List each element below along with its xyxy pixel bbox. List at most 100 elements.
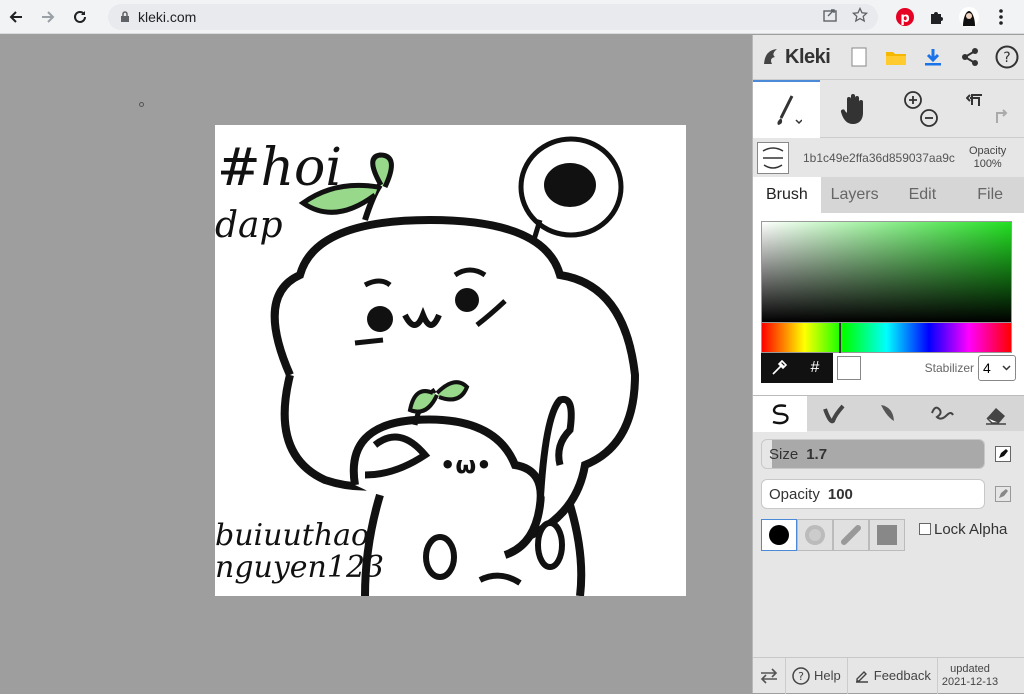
saturation-value-picker[interactable] — [761, 221, 1012, 323]
sketchy-brush-button[interactable] — [861, 396, 915, 432]
app-logo-text: Kleki — [785, 45, 831, 68]
folder-icon — [886, 52, 907, 65]
tab-file[interactable]: File — [956, 177, 1024, 213]
lock-alpha-toggle[interactable]: Lock Alpha — [919, 521, 1007, 538]
secondary-color-swatch[interactable] — [837, 356, 861, 380]
drawing-artwork: #hoi dap •ω• buiuuthao nguyen123 — [215, 136, 640, 596]
pixel-stroke-icon — [931, 406, 954, 420]
stabilizer-value: 4 — [983, 360, 991, 376]
feedback-label: Feedback — [873, 668, 931, 683]
hue-marker[interactable] — [839, 323, 841, 353]
canvas-workspace[interactable]: #hoi dap •ω• buiuuthao nguyen123 — [0, 35, 752, 693]
swap-side-button[interactable] — [753, 657, 786, 694]
pinterest-icon: p — [896, 8, 914, 26]
back-button[interactable] — [0, 1, 32, 33]
pixel-brush-button[interactable] — [915, 396, 969, 432]
brush-opacity-slider[interactable]: Opacity 100 — [761, 479, 985, 509]
eraser-button[interactable] — [969, 396, 1023, 432]
circle-tip-button[interactable] — [761, 519, 797, 551]
color-picker: # Stabilizer 4 — [753, 213, 1024, 395]
download-button[interactable] — [920, 44, 946, 70]
hex-input-button[interactable]: # — [797, 353, 833, 383]
forward-button[interactable] — [32, 1, 64, 33]
reload-icon — [74, 10, 86, 23]
tab-brush[interactable]: Brush — [753, 177, 821, 213]
kleki-logo-icon — [764, 49, 777, 64]
drawing-small-face: •ω• — [440, 451, 492, 479]
brush-tool-button[interactable] — [753, 80, 820, 138]
size-label: Size — [769, 445, 799, 463]
zoom-tool-button[interactable] — [887, 80, 954, 138]
lock-alpha-checkbox[interactable] — [919, 523, 931, 535]
new-image-button[interactable] — [846, 44, 872, 70]
blend-brush-button[interactable] — [807, 396, 861, 432]
opacity-label: Opacity — [769, 485, 820, 503]
brush-type-row — [753, 395, 1024, 432]
help-link[interactable]: ? Help — [786, 657, 848, 694]
drawing-canvas[interactable]: #hoi dap •ω• buiuuthao nguyen123 — [215, 125, 686, 596]
drawing-hashtag-line1: #hoi — [217, 138, 342, 198]
brush-settings: Size 1.7 Opacity 100 Lock Alpha — [753, 431, 1024, 671]
url-text: kleki.com — [138, 9, 197, 25]
size-pressure-toggle[interactable] — [995, 446, 1011, 462]
brush-size-slider[interactable]: Size 1.7 — [761, 439, 985, 469]
zoom-in-out-icon — [903, 91, 938, 127]
address-bar[interactable]: kleki.com — [108, 4, 878, 30]
svg-text:p: p — [900, 11, 909, 26]
browser-toolbar: kleki.com p — [0, 0, 1024, 34]
browser-menu-button[interactable] — [989, 5, 1013, 29]
lock-alpha-label: Lock Alpha — [934, 520, 1008, 538]
opacity-pressure-toggle[interactable] — [995, 486, 1011, 502]
stabilizer-select[interactable]: 4 — [978, 355, 1016, 381]
current-layer-row[interactable]: 1b1c49e2ffa36d859037aa9c Opacity 100% — [753, 137, 1024, 177]
tool-row — [753, 79, 1024, 138]
bookmark-star-icon[interactable] — [852, 7, 868, 23]
eyedropper-button[interactable] — [761, 353, 797, 383]
tab-layers[interactable]: Layers — [821, 177, 889, 213]
help-button[interactable]: ? — [994, 44, 1020, 70]
share-button[interactable] — [957, 44, 983, 70]
tab-edit[interactable]: Edit — [889, 177, 957, 213]
layer-thumbnail — [757, 141, 789, 174]
soft-tip-button[interactable] — [797, 519, 833, 551]
layer-preview-icon — [762, 146, 784, 169]
sketchy-stroke-icon — [881, 405, 894, 421]
circle-tip-icon — [769, 525, 789, 545]
open-file-button[interactable] — [883, 44, 909, 70]
updated-date: 2021-12-13 — [941, 675, 999, 688]
pen-pressure-icon — [995, 446, 1011, 462]
layer-name: 1b1c49e2ffa36d859037aa9c — [803, 150, 955, 165]
chisel-tip-icon — [841, 525, 861, 545]
new-file-icon — [851, 47, 867, 67]
puzzle-icon — [931, 12, 943, 24]
chisel-tip-button[interactable] — [833, 519, 869, 551]
svg-text:?: ? — [1004, 50, 1011, 66]
reload-button[interactable] — [64, 1, 96, 33]
paintbrush-icon — [776, 95, 802, 125]
blend-stroke-icon — [823, 404, 845, 424]
chevron-down-icon — [1002, 365, 1011, 371]
undo-redo-button[interactable] — [954, 80, 1021, 138]
hand-icon — [840, 94, 863, 124]
hue-slider[interactable] — [761, 323, 1012, 353]
pen-brush-button[interactable] — [753, 396, 807, 432]
updated-info[interactable]: updated 2021-12-13 — [938, 663, 1002, 689]
hand-tool-button[interactable] — [820, 80, 887, 138]
question-circle-icon: ? — [995, 45, 1019, 69]
layer-opacity-value: 100% — [973, 157, 1002, 170]
brush-cursor — [139, 102, 144, 107]
svg-text:?: ? — [798, 670, 804, 683]
extensions-button[interactable] — [925, 5, 949, 29]
pinterest-extension[interactable]: p — [893, 5, 917, 29]
avatar-icon — [959, 7, 979, 27]
share-icon[interactable] — [822, 7, 838, 23]
arrow-left-icon — [9, 10, 22, 23]
feedback-link[interactable]: Feedback — [848, 657, 938, 694]
square-tip-button[interactable] — [869, 519, 905, 551]
square-tip-icon — [877, 525, 897, 545]
swap-arrows-icon — [760, 667, 778, 684]
profile-avatar[interactable] — [957, 5, 981, 29]
drawing-hashtag-line2: dap — [215, 205, 283, 246]
stabilizer-label: Stabilizer — [924, 361, 974, 375]
download-icon — [925, 49, 942, 66]
